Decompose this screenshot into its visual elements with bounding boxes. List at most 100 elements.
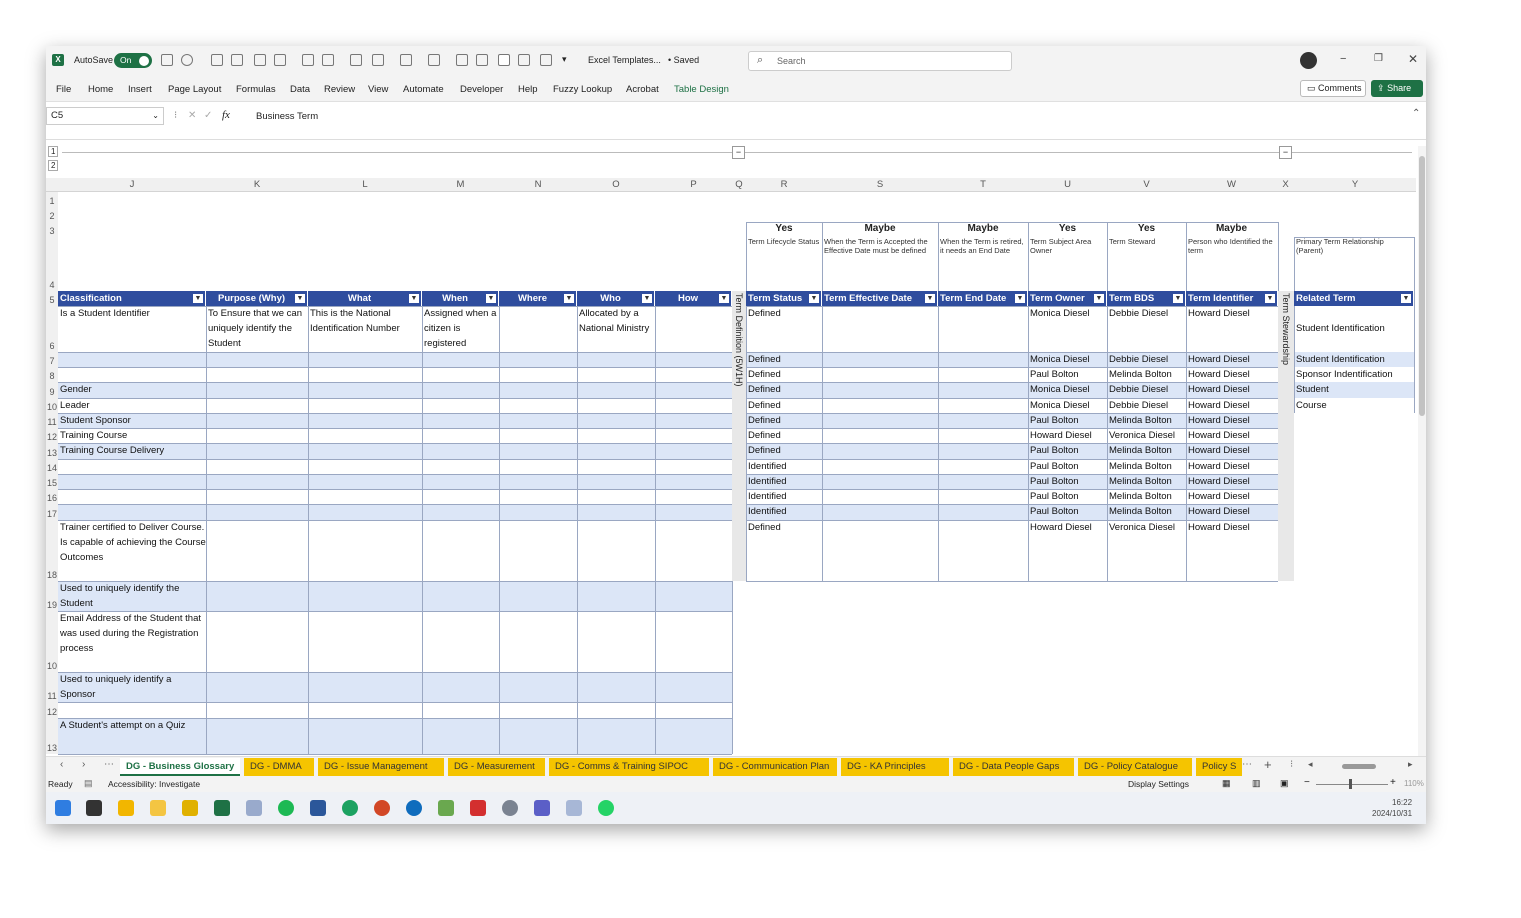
sheet-tab[interactable]: DG - Measurement	[448, 758, 545, 776]
filter-dropdown-icon[interactable]: ▼	[486, 294, 496, 303]
row-header[interactable]: 7	[46, 352, 58, 367]
cell-classification[interactable]: Used to uniquely identify the Student	[58, 581, 206, 611]
edge-icon[interactable]	[342, 800, 358, 816]
spotify-icon[interactable]	[278, 800, 294, 816]
cell-term-identifier[interactable]: Howard Diesel	[1186, 459, 1278, 474]
cell-term-identifier[interactable]: Howard Diesel	[1186, 398, 1278, 413]
col-header-T[interactable]: T	[938, 178, 1028, 192]
cell-term-bds[interactable]: Melinda Bolton	[1107, 489, 1186, 504]
cell-term-bds[interactable]: Melinda Bolton	[1107, 367, 1186, 382]
row-header[interactable]: 10	[46, 398, 58, 413]
sheet-tab[interactable]: DG - Communication Plan	[713, 758, 837, 776]
cell-term-status[interactable]: Defined	[746, 520, 822, 535]
row-header[interactable]: 12	[46, 428, 58, 443]
filter-dropdown-icon[interactable]: ▼	[193, 294, 203, 303]
cell-term-bds[interactable]: Debbie Diesel	[1107, 306, 1186, 321]
sheet-tab[interactable]: Policy S	[1196, 758, 1242, 776]
cell-classification[interactable]	[58, 367, 206, 382]
filter-dropdown-icon[interactable]: ▼	[409, 294, 419, 303]
sheet-tab[interactable]: DG - DMMA	[244, 758, 314, 776]
filter-dropdown-icon[interactable]: ▼	[1094, 294, 1104, 303]
cell-term-status[interactable]: Defined	[746, 413, 822, 428]
cell-related-term[interactable]: Sponsor Indentification	[1294, 367, 1414, 382]
cell-term-identifier[interactable]: Howard Diesel	[1186, 306, 1278, 321]
scroll-left-icon[interactable]: ◂	[1308, 759, 1313, 770]
horizontal-scroll-thumb[interactable]	[1342, 764, 1376, 769]
cell-term-owner[interactable]: Paul Bolton	[1028, 413, 1107, 428]
cell-term-owner[interactable]: Howard Diesel	[1028, 428, 1107, 443]
word-icon[interactable]	[310, 800, 326, 816]
col-header-P[interactable]: P	[655, 178, 732, 192]
cell-when[interactable]: Assigned when a citizen is registered	[422, 306, 499, 352]
cell-term-owner[interactable]: Paul Bolton	[1028, 367, 1107, 382]
cell-related-term[interactable]: Student	[1294, 382, 1414, 397]
cell-term-status[interactable]: Identified	[746, 474, 822, 489]
cell-who[interactable]: Allocated by a National Ministry	[577, 306, 655, 352]
row-header[interactable]: 19	[46, 581, 58, 611]
cell-classification[interactable]: Student Sponsor	[58, 413, 206, 428]
cell-term-status[interactable]: Defined	[746, 398, 822, 413]
cell-related-term[interactable]: Student Identification	[1294, 352, 1414, 367]
col-header-Y[interactable]: Y	[1294, 178, 1416, 192]
col-header-S[interactable]: S	[822, 178, 938, 192]
col-header-X[interactable]: X	[1277, 178, 1294, 192]
app-icon-4[interactable]	[438, 800, 454, 816]
cell-term-identifier[interactable]: Howard Diesel	[1186, 443, 1278, 458]
macro-record-icon[interactable]: ▤	[84, 778, 93, 789]
table-header-classification[interactable]: Classification	[58, 291, 206, 306]
cell-classification[interactable]: Email Address of the Student that was us…	[58, 611, 206, 672]
row-header[interactable]: 12	[46, 702, 58, 718]
cell-term-identifier[interactable]: Howard Diesel	[1186, 489, 1278, 504]
cell-term-identifier[interactable]: Howard Diesel	[1186, 413, 1278, 428]
sheet-tab[interactable]: DG - Issue Management	[318, 758, 444, 776]
cell-term-bds[interactable]: Melinda Bolton	[1107, 459, 1186, 474]
col-header-U[interactable]: U	[1028, 178, 1107, 192]
sheet-tab[interactable]: DG - Data People Gaps	[953, 758, 1074, 776]
cell-term-identifier[interactable]: Howard Diesel	[1186, 474, 1278, 489]
app-icon-3[interactable]	[246, 800, 262, 816]
cell-term-bds[interactable]: Veronica Diesel	[1107, 428, 1186, 443]
row-header[interactable]: 5	[46, 291, 58, 306]
col-header-O[interactable]: O	[577, 178, 655, 192]
row-header[interactable]: 9	[46, 382, 58, 398]
sheet-tab[interactable]: DG - Comms & Training SIPOC	[549, 758, 709, 776]
cell-term-owner[interactable]: Monica Diesel	[1028, 382, 1107, 397]
side-label-stewardship[interactable]: Term Stewardship	[1278, 291, 1294, 581]
app-icon-1[interactable]	[118, 800, 134, 816]
sheet-tab[interactable]: DG - KA Principles	[841, 758, 949, 776]
row-header[interactable]: 4	[46, 237, 58, 291]
cell-purpose[interactable]: To Ensure that we can uniquely identify …	[206, 306, 308, 352]
more-tabs-icon[interactable]: ⋯	[1242, 759, 1252, 770]
scroll-thumb[interactable]	[1419, 156, 1425, 416]
teams-icon[interactable]	[534, 800, 550, 816]
col-header-N[interactable]: N	[499, 178, 577, 192]
worksheet-grid[interactable]: J K L M N O P Q R S T U V W X Y 1 2 3 4 5 6 7 8 9 10 11 12 13 14 15 16 1…	[46, 46, 1418, 758]
cell-term-owner[interactable]: Howard Diesel	[1028, 520, 1107, 535]
filter-dropdown-icon[interactable]: ▼	[642, 294, 652, 303]
cell-term-identifier[interactable]: Howard Diesel	[1186, 520, 1278, 535]
cell-term-identifier[interactable]: Howard Diesel	[1186, 428, 1278, 443]
page-layout-view-icon[interactable]: ▥	[1252, 778, 1261, 789]
vertical-scrollbar[interactable]	[1418, 146, 1426, 756]
row-header[interactable]: 13	[46, 443, 58, 459]
cell-term-status[interactable]: Defined	[746, 306, 822, 321]
col-header-V[interactable]: V	[1107, 178, 1186, 192]
cell-term-owner[interactable]: Monica Diesel	[1028, 352, 1107, 367]
cell-classification[interactable]: Is a Student Identifier	[58, 306, 206, 352]
col-header-R[interactable]: R	[746, 178, 822, 192]
cell-term-owner[interactable]: Paul Bolton	[1028, 504, 1107, 519]
powerpoint-icon[interactable]	[374, 800, 390, 816]
cell-classification[interactable]: Gender	[58, 382, 206, 398]
cell-related-term[interactable]: Course	[1294, 398, 1414, 413]
display-settings[interactable]: Display Settings	[1128, 779, 1189, 789]
cell-term-owner[interactable]: Paul Bolton	[1028, 489, 1107, 504]
zoom-slider-handle[interactable]	[1349, 779, 1352, 789]
settings-icon[interactable]	[502, 800, 518, 816]
cell-term-status[interactable]: Defined	[746, 382, 822, 397]
cell-term-bds[interactable]: Melinda Bolton	[1107, 474, 1186, 489]
filter-dropdown-icon[interactable]: ▼	[1173, 294, 1183, 303]
cell-term-owner[interactable]: Paul Bolton	[1028, 459, 1107, 474]
table-header-purpose-why-[interactable]: Purpose (Why)	[206, 291, 308, 306]
tab-splitter-icon[interactable]: ⁝	[1290, 759, 1293, 770]
cell-term-identifier[interactable]: Howard Diesel	[1186, 352, 1278, 367]
